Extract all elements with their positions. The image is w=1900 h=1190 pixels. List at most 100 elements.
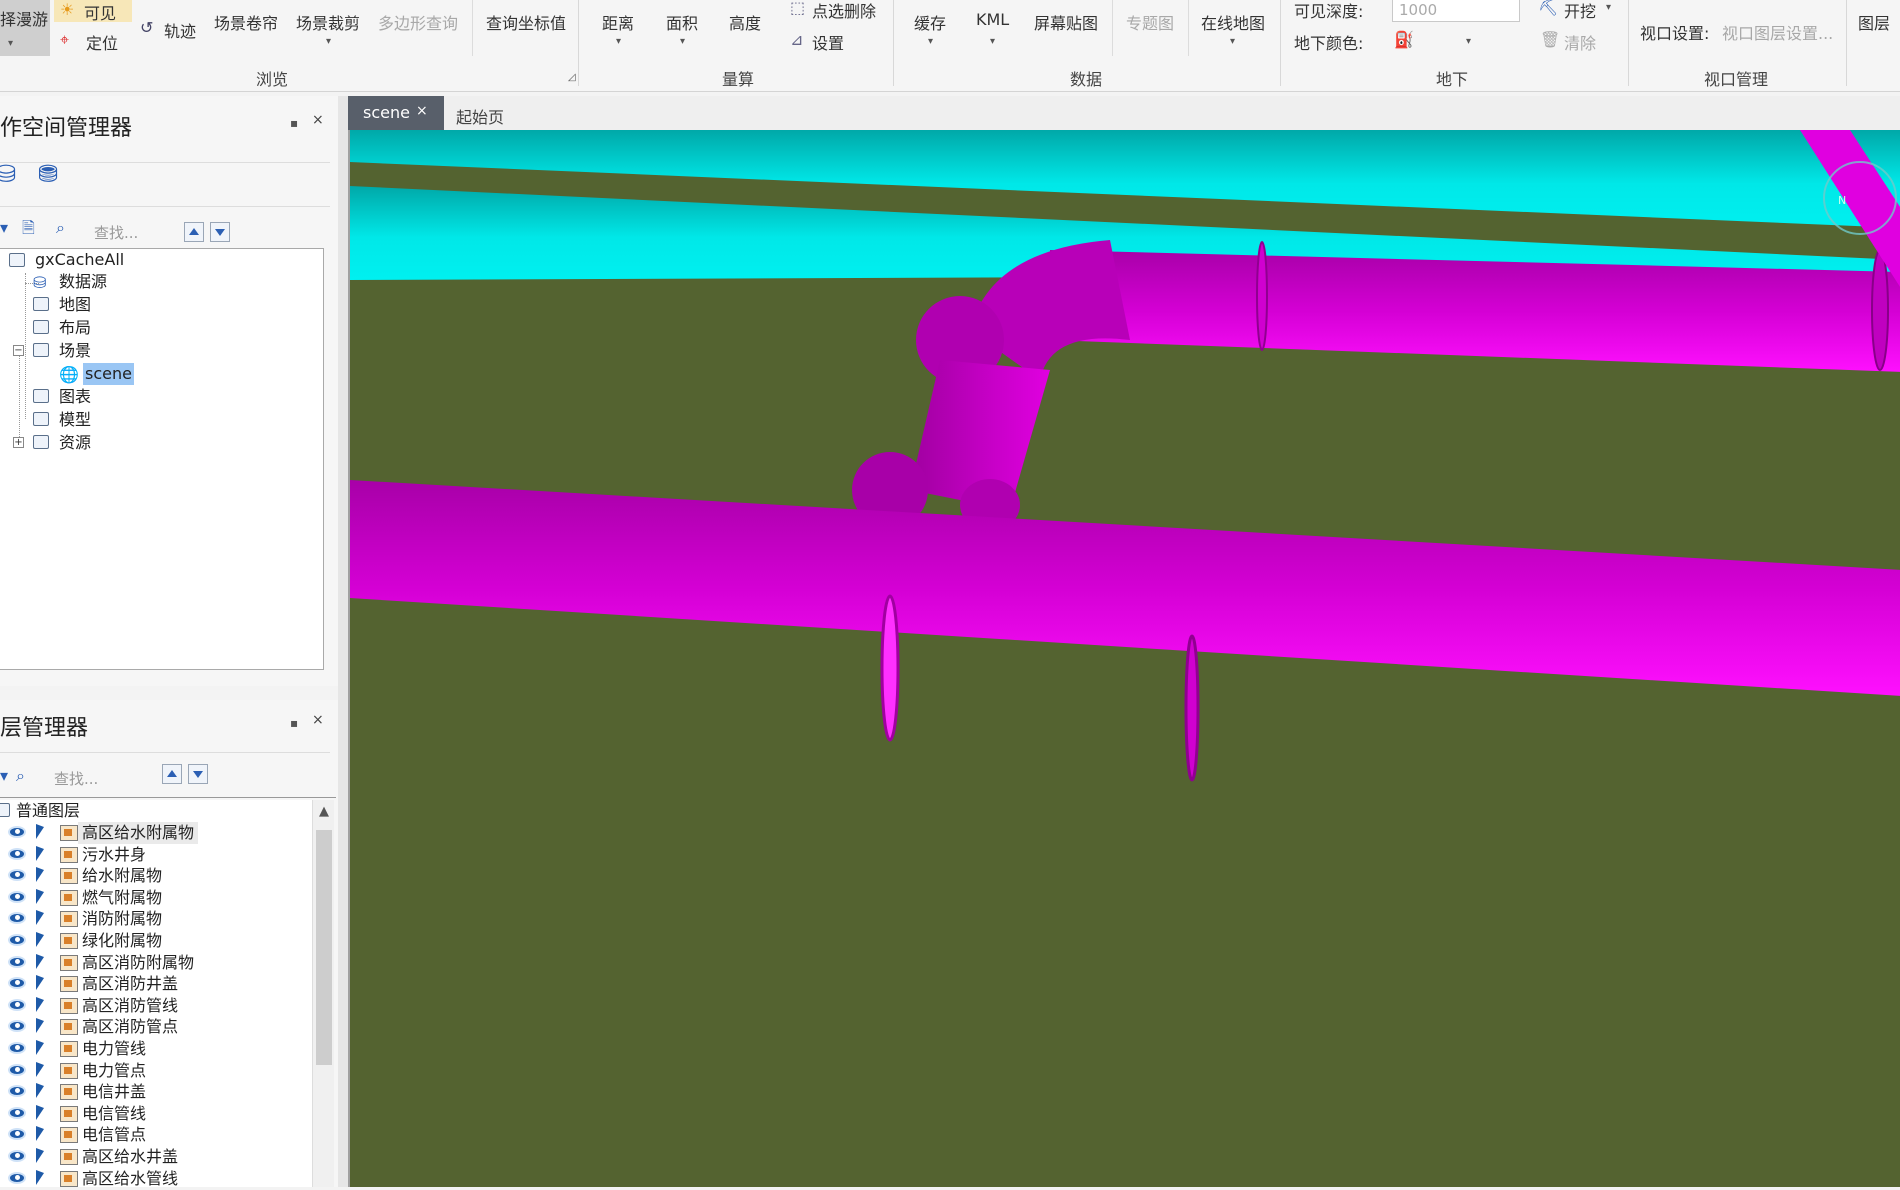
tree-node-scene-item[interactable]: scene [83,363,134,385]
layer-search-input[interactable]: 查找... [54,768,98,789]
tree-node-chart[interactable]: 图表 [59,386,91,408]
layer-row[interactable]: 高区给水管线 [0,1168,320,1190]
dig-button[interactable]: ⛏ 开挖 ▾ [1538,0,1618,21]
selectable-cursor-icon[interactable] [36,1148,44,1163]
tree-node-datasource[interactable]: 数据源 [59,271,107,293]
chevron-up-icon[interactable]: ▲ [319,804,329,819]
query-coord-button[interactable]: 查询坐标值 [486,10,566,34]
scrollbar-thumb[interactable] [316,830,332,1065]
height-button[interactable]: 高度 [729,10,761,34]
visibility-eye-icon[interactable] [8,1085,26,1098]
selectable-cursor-icon[interactable] [36,867,44,883]
tree-node-layout[interactable]: 布局 [59,317,91,339]
layer-row[interactable]: 高区给水附属物 [0,822,320,844]
online-map-button[interactable]: 在线地图 [1201,10,1265,34]
selectable-cursor-icon[interactable] [36,1018,44,1034]
expand-toggle[interactable]: + [13,437,24,448]
search-icon[interactable]: ⌕ [16,768,25,784]
workspace-search-input[interactable]: 查找... [94,222,138,243]
visibility-eye-icon[interactable] [8,890,26,903]
selectable-cursor-icon[interactable] [36,1061,44,1077]
selectable-cursor-icon[interactable] [36,996,44,1012]
roam-button[interactable]: 择漫游 ▾ [0,0,50,56]
collapse-toggle[interactable]: − [13,345,24,356]
document-icon[interactable]: 🗎 [22,220,35,236]
layer-group-button[interactable]: 图层 [1858,10,1890,34]
visibility-eye-icon[interactable] [8,826,26,838]
thematic-map-button[interactable]: 专题图 [1126,10,1174,34]
layer-row[interactable]: 高区消防附属物 [0,952,320,974]
selectable-cursor-icon[interactable] [36,1169,44,1185]
scene-roll-button[interactable]: 场景卷帘 [214,10,278,34]
layer-row[interactable]: 电信井盖 [0,1081,320,1103]
layer-row[interactable]: 给水附属物 [0,865,320,887]
layer-row[interactable]: 消防附属物 [0,908,320,930]
layer-group-normal[interactable]: 普通图层 [16,800,80,822]
visibility-eye-icon[interactable] [8,1128,26,1141]
chevron-down-icon[interactable]: ▾ [1466,36,1471,47]
visibility-eye-icon[interactable] [8,1020,26,1033]
screen-map-button[interactable]: 屏幕贴图 [1034,10,1098,34]
tab-scene[interactable]: scene × [348,96,444,130]
visibility-eye-icon[interactable] [8,912,26,925]
visibility-eye-icon[interactable] [8,869,26,882]
selectable-cursor-icon[interactable] [36,845,44,861]
tree-node-scene[interactable]: 场景 [59,340,91,362]
selectable-cursor-icon[interactable] [36,975,44,991]
layer-scrollbar[interactable]: ▲ [312,800,334,1187]
visibility-eye-icon[interactable] [8,998,26,1011]
selectable-cursor-icon[interactable] [36,910,44,926]
visible-button[interactable]: ☀ 可见 [54,0,132,23]
scene-clip-button[interactable]: 场景裁剪 [296,10,360,34]
visibility-eye-icon[interactable] [8,955,26,968]
layer-row[interactable]: 电力管点 [0,1060,320,1082]
viewport-settings-dropdown[interactable]: 视口图层设置... [1722,20,1833,44]
selectable-cursor-icon[interactable] [36,824,44,839]
panel-splitter[interactable] [338,96,348,1187]
selectable-cursor-icon[interactable] [36,932,44,947]
selectable-cursor-icon[interactable] [36,888,44,904]
close-icon[interactable]: × [312,112,324,128]
selectable-cursor-icon[interactable] [36,1083,44,1099]
chevron-down-icon[interactable]: ▾ [0,220,8,236]
visibility-eye-icon[interactable] [8,847,26,860]
tree-node-map[interactable]: 地图 [59,294,91,316]
cache-stack-icon[interactable]: ⛃ [38,162,58,186]
close-icon[interactable]: × [312,712,324,728]
visibility-eye-icon[interactable] [8,1171,26,1184]
close-icon[interactable]: × [416,103,428,119]
measure-settings-button[interactable]: ⊿ 设置 [790,30,870,54]
tree-root-workspace[interactable]: gxCacheAll [35,249,124,271]
pin-icon[interactable]: ▪ [290,116,298,130]
visibility-eye-icon[interactable] [8,934,26,946]
selectable-cursor-icon[interactable] [36,953,44,969]
search-icon[interactable]: ⌕ [56,220,65,236]
layer-row[interactable]: 电信管线 [0,1103,320,1125]
layer-row[interactable]: 电信管点 [0,1124,320,1146]
layer-row[interactable]: 高区消防井盖 [0,973,320,995]
move-down-button[interactable] [188,764,208,784]
distance-button[interactable]: 距离 [602,10,634,34]
pin-icon[interactable]: ▪ [290,716,298,730]
layer-row[interactable]: 高区消防管线 [0,995,320,1017]
layer-row[interactable]: 污水井身 [0,844,320,866]
move-up-button[interactable] [162,764,182,784]
clear-button[interactable]: 🗑 清除 [1538,30,1608,54]
layer-row[interactable]: 高区消防管点 [0,1016,320,1038]
visibility-eye-icon[interactable] [8,1150,26,1162]
paint-bucket-icon[interactable]: ⛽ [1394,32,1414,48]
area-button[interactable]: 面积 [666,10,698,34]
point-delete-button[interactable]: ⬚ 点选删除 [790,0,890,21]
visibility-eye-icon[interactable] [8,1106,26,1119]
tree-node-resource[interactable]: 资源 [59,432,91,454]
locate-button[interactable]: ⌖ 定位 [58,30,128,54]
selectable-cursor-icon[interactable] [36,1104,44,1120]
tree-node-model[interactable]: 模型 [59,409,91,431]
kml-button[interactable]: KML [976,10,1009,29]
layer-row[interactable]: 绿化附属物 [0,930,320,952]
scene-viewport[interactable]: N [348,130,1900,1187]
polygon-query-button[interactable]: 多边形查询 [378,10,458,34]
cache-button[interactable]: 缓存 [914,10,946,34]
visible-depth-input[interactable]: 1000 [1392,0,1520,22]
selectable-cursor-icon[interactable] [36,1040,44,1055]
